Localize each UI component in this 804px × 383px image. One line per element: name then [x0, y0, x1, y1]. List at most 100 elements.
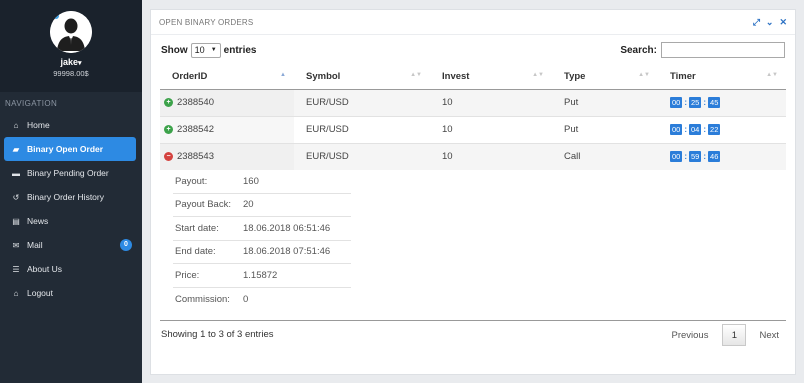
order-details: Payout: 160 Payout Back: 20 Start date: 18.…	[173, 170, 351, 311]
timer-seconds: 22	[708, 124, 721, 135]
detail-row-payout-back: Payout Back: 20	[173, 194, 351, 217]
list-icon: ☰	[12, 264, 20, 274]
open-binary-orders-panel: OPEN BINARY ORDERS ⤢ ⌄ ✕ Show 10 ▼ entri…	[150, 9, 796, 375]
invest-cell: 10	[430, 88, 552, 116]
sidebar: jake▾ 99998.00$ NAVIGATION ⌂ Home ▰ Bina…	[0, 0, 142, 383]
folder-icon: ▬	[12, 168, 20, 178]
sort-icon: ▲▼	[410, 72, 422, 78]
nav-item-home[interactable]: ⌂ Home	[4, 113, 136, 137]
nav-item-label: Binary Order History	[27, 192, 104, 202]
collapse-row-icon[interactable]: −	[164, 152, 173, 162]
column-header-type[interactable]: Type ▲▼	[552, 65, 658, 90]
detail-row-payout: Payout: 160	[173, 170, 351, 194]
search-input[interactable]	[661, 42, 785, 58]
mail-count-badge: 0	[120, 239, 132, 251]
column-label: OrderID	[172, 71, 208, 83]
timer-hours: 00	[670, 124, 683, 135]
detail-label: Payout Back:	[175, 199, 231, 211]
expand-row-icon[interactable]: +	[164, 98, 173, 107]
detail-value: 18.06.2018 07:51:46	[243, 246, 331, 258]
timer-seconds: 45	[708, 97, 721, 108]
panel-title: OPEN BINARY ORDERS	[159, 17, 254, 27]
timer-cell: 00:25:45	[658, 88, 786, 116]
nav-item-label: Binary Pending Order	[27, 168, 109, 178]
nav-item-label: Logout	[27, 288, 53, 298]
invest-cell: 10	[430, 115, 552, 143]
account-balance: 99998.00$	[53, 69, 89, 78]
nav-item-binary-open-order[interactable]: ▰ Binary Open Order	[4, 137, 136, 161]
type-cell: Put	[552, 88, 658, 116]
table-info: Showing 1 to 3 of 3 entries	[161, 329, 274, 340]
detail-value: 160	[243, 175, 259, 187]
nav-item-binary-order-history[interactable]: ↺ Binary Order History	[4, 185, 136, 209]
table-row[interactable]: −2388543 EUR/USD 10 Call 00:59:46	[160, 142, 786, 170]
nav-item-binary-pending-order[interactable]: ▬ Binary Pending Order	[4, 161, 136, 185]
column-header-invest[interactable]: Invest ▲▼	[430, 65, 552, 90]
previous-page-button[interactable]: Previous	[671, 330, 708, 341]
next-page-button[interactable]: Next	[759, 330, 779, 341]
column-label: Symbol	[306, 71, 341, 83]
nav-item-label: About Us	[27, 264, 62, 274]
symbol-cell: EUR/USD	[294, 142, 430, 170]
chevron-down-icon: ▼	[210, 47, 217, 53]
detail-value: 20	[243, 199, 254, 211]
nav-item-mail[interactable]: ✉ Mail 0	[4, 233, 136, 257]
timer-minutes: 25	[689, 97, 702, 108]
profile-section: jake▾ 99998.00$	[0, 0, 142, 92]
nav-section-title: NAVIGATION	[5, 99, 58, 108]
timer-cell: 00:04:22	[658, 115, 786, 143]
detail-row-price: Price: 1.15872	[173, 264, 351, 288]
table-row[interactable]: +2388542 EUR/USD 10 Put 00:04:22	[160, 115, 786, 143]
show-label: Show	[161, 44, 188, 56]
chevron-down-icon[interactable]: ⌄	[766, 17, 774, 28]
folder-open-icon: ▰	[12, 144, 20, 154]
sort-icon: ▲▼	[638, 72, 650, 78]
column-header-timer[interactable]: Timer ▲▼	[658, 65, 786, 90]
order-id-cell: +2388540	[160, 88, 294, 116]
online-status-dot	[53, 13, 59, 19]
symbol-cell: EUR/USD	[294, 88, 430, 116]
order-id-cell: −2388543	[160, 142, 294, 170]
nav-item-about-us[interactable]: ☰ About Us	[4, 257, 136, 281]
detail-label: Price:	[175, 269, 200, 281]
timer-minutes: 04	[689, 124, 702, 135]
detail-value: 18.06.2018 06:51:46	[243, 222, 331, 234]
nav-item-news[interactable]: ▤ News	[4, 209, 136, 233]
page-1-button[interactable]: 1	[722, 324, 747, 346]
detail-label: Commission:	[175, 293, 230, 305]
expand-row-icon[interactable]: +	[164, 125, 173, 134]
detail-row-commission: Commission: 0	[173, 288, 351, 312]
column-header-orderid[interactable]: OrderID ▲	[160, 65, 294, 90]
nav-item-label: Binary Open Order	[27, 144, 104, 154]
symbol-cell: EUR/USD	[294, 115, 430, 143]
panel-header: OPEN BINARY ORDERS ⤢ ⌄ ✕	[151, 10, 795, 35]
envelope-icon: ✉	[12, 240, 20, 250]
sort-asc-icon: ▲	[280, 72, 286, 78]
column-label: Timer	[670, 71, 696, 83]
nav-item-label: Home	[27, 120, 50, 130]
detail-label: End date:	[175, 246, 216, 258]
close-icon[interactable]: ✕	[779, 17, 787, 28]
sort-icon: ▲▼	[766, 72, 778, 78]
column-label: Invest	[442, 71, 470, 83]
orders-table: OrderID ▲ Symbol ▲▼ Invest ▲▼ Type ▲▼ Timer ▲…	[160, 65, 786, 170]
expand-icon[interactable]: ⤢	[753, 17, 760, 28]
entries-label: entries	[223, 44, 257, 56]
page-length-select[interactable]: 10 ▼	[190, 42, 221, 58]
order-id: 2388540	[177, 97, 214, 108]
column-header-symbol[interactable]: Symbol ▲▼	[294, 65, 430, 90]
username-dropdown[interactable]: jake▾	[0, 57, 142, 67]
table-footer-divider	[160, 320, 786, 321]
history-icon: ↺	[12, 192, 20, 202]
type-cell: Call	[552, 142, 658, 170]
timer-seconds: 46	[708, 151, 721, 163]
table-row[interactable]: +2388540 EUR/USD 10 Put 00:25:45	[160, 88, 786, 116]
detail-value: 1.15872	[243, 269, 278, 281]
nav-item-logout[interactable]: ⌂ Logout	[4, 281, 136, 305]
pagination: Previous 1 Next	[671, 324, 779, 346]
order-id: 2388542	[177, 124, 214, 135]
search-control: Search:	[620, 42, 785, 58]
avatar[interactable]	[50, 11, 92, 53]
sort-icon: ▲▼	[532, 72, 544, 78]
nav-item-label: News	[27, 216, 49, 226]
